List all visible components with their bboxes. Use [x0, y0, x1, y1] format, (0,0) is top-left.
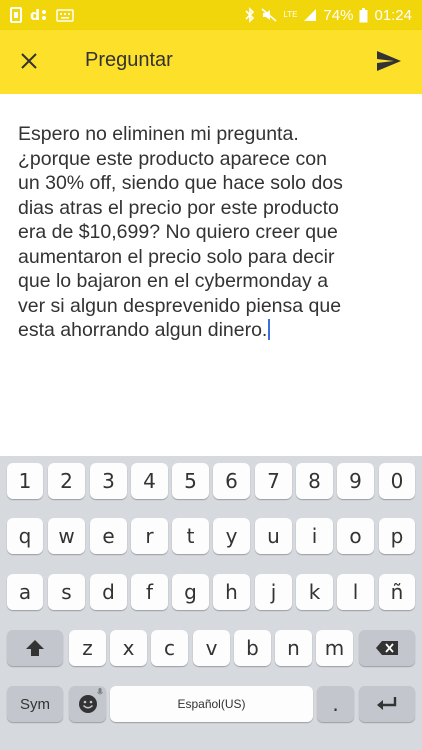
question-line: dias atras el precio por este producto — [18, 196, 339, 219]
page-title: Preguntar — [85, 49, 173, 71]
key-q[interactable]: q — [7, 518, 43, 554]
send-icon — [377, 51, 401, 71]
key-k[interactable]: k — [296, 574, 333, 610]
lte-icon: LTE — [283, 10, 298, 19]
bluetooth-icon — [245, 7, 255, 23]
key-8[interactable]: 8 — [296, 463, 333, 499]
key-3[interactable]: 3 — [90, 463, 127, 499]
question-line: esta ahorrando algun dinero. — [18, 319, 268, 341]
key-d[interactable]: d — [90, 574, 127, 610]
key-9[interactable]: 9 — [337, 463, 374, 499]
question-line: aumentaron el precio solo para decir — [18, 245, 335, 268]
question-text: Espero no eliminen mi pregunta. ¿porque … — [18, 122, 410, 343]
question-line: que lo bajaron en el cybermonday a — [18, 270, 329, 292]
key-t[interactable]: t — [172, 518, 209, 554]
question-line-last: esta ahorrando algun dinero. — [18, 318, 410, 343]
key-g[interactable]: g — [172, 574, 209, 610]
question-line: Espero no eliminen mi pregunta. — [18, 123, 299, 145]
status-right: LTE 74% 01:24 — [245, 7, 412, 24]
status-left: d — [10, 7, 74, 23]
key-4[interactable]: 4 — [131, 463, 168, 499]
key-u[interactable]: u — [255, 518, 292, 554]
key-c[interactable]: c — [151, 630, 188, 666]
sym-key[interactable]: Sym — [7, 686, 63, 722]
send-button[interactable] — [374, 46, 404, 76]
notification-d-icon — [10, 7, 22, 23]
key-j[interactable]: j — [255, 574, 292, 610]
key-h[interactable]: h — [213, 574, 250, 610]
notification-g-icon: d — [30, 8, 48, 22]
key-2[interactable]: 2 — [48, 463, 85, 499]
key-x[interactable]: x — [110, 630, 147, 666]
enter-key[interactable] — [359, 686, 415, 722]
question-line: ¿porque este producto aparece con — [18, 147, 327, 170]
key-a[interactable]: a — [7, 574, 43, 610]
key-r[interactable]: r — [131, 518, 168, 554]
shift-icon — [26, 640, 44, 656]
clock-time: 01:24 — [374, 6, 412, 24]
key-0[interactable]: 0 — [379, 463, 415, 499]
close-icon — [21, 53, 37, 69]
question-line: era de $10,699? No quiero creer que — [18, 221, 338, 243]
key-i[interactable]: i — [296, 518, 333, 554]
key-5[interactable]: 5 — [172, 463, 209, 499]
key-7[interactable]: 7 — [255, 463, 292, 499]
close-button[interactable] — [14, 46, 44, 76]
battery-icon — [359, 7, 368, 23]
shift-key[interactable] — [7, 630, 63, 666]
key-p[interactable]: p — [379, 518, 415, 554]
question-input[interactable]: Espero no eliminen mi pregunta. ¿porque … — [0, 94, 422, 456]
keyboard-icon — [56, 8, 74, 22]
key-f[interactable]: f — [131, 574, 168, 610]
key-e[interactable]: e — [90, 518, 127, 554]
key-v[interactable]: v — [193, 630, 230, 666]
period-key[interactable]: . — [317, 686, 354, 722]
key-y[interactable]: y — [213, 518, 250, 554]
key-n[interactable]: n — [275, 630, 312, 666]
battery-percent: 74% — [323, 6, 354, 24]
key-b[interactable]: b — [234, 630, 271, 666]
key-o[interactable]: o — [337, 518, 374, 554]
key-s[interactable]: s — [48, 574, 85, 610]
key-m[interactable]: m — [316, 630, 353, 666]
key-w[interactable]: w — [48, 518, 85, 554]
key-l[interactable]: l — [337, 574, 374, 610]
signal-icon — [303, 8, 317, 22]
key-6[interactable]: 6 — [213, 463, 250, 499]
mic-icon — [97, 688, 103, 695]
app-bar: Preguntar — [0, 30, 422, 94]
key-n-tilde[interactable]: ñ — [379, 574, 415, 610]
mute-icon — [261, 8, 277, 22]
svg-text:d: d — [30, 8, 40, 22]
enter-icon — [377, 697, 397, 710]
question-line: ver si algun desprevenido piensa que — [18, 294, 342, 317]
backspace-icon — [376, 641, 398, 655]
space-key[interactable]: Español(US) — [110, 686, 313, 722]
key-1[interactable]: 1 — [7, 463, 43, 499]
status-bar: d LTE 74% 01:24 — [0, 0, 422, 30]
key-z[interactable]: z — [69, 630, 106, 666]
backspace-key[interactable] — [359, 630, 415, 666]
text-caret — [268, 319, 271, 340]
question-line: un 30% off, siendo que hace solo dos — [18, 172, 343, 194]
emoji-icon — [78, 695, 97, 713]
